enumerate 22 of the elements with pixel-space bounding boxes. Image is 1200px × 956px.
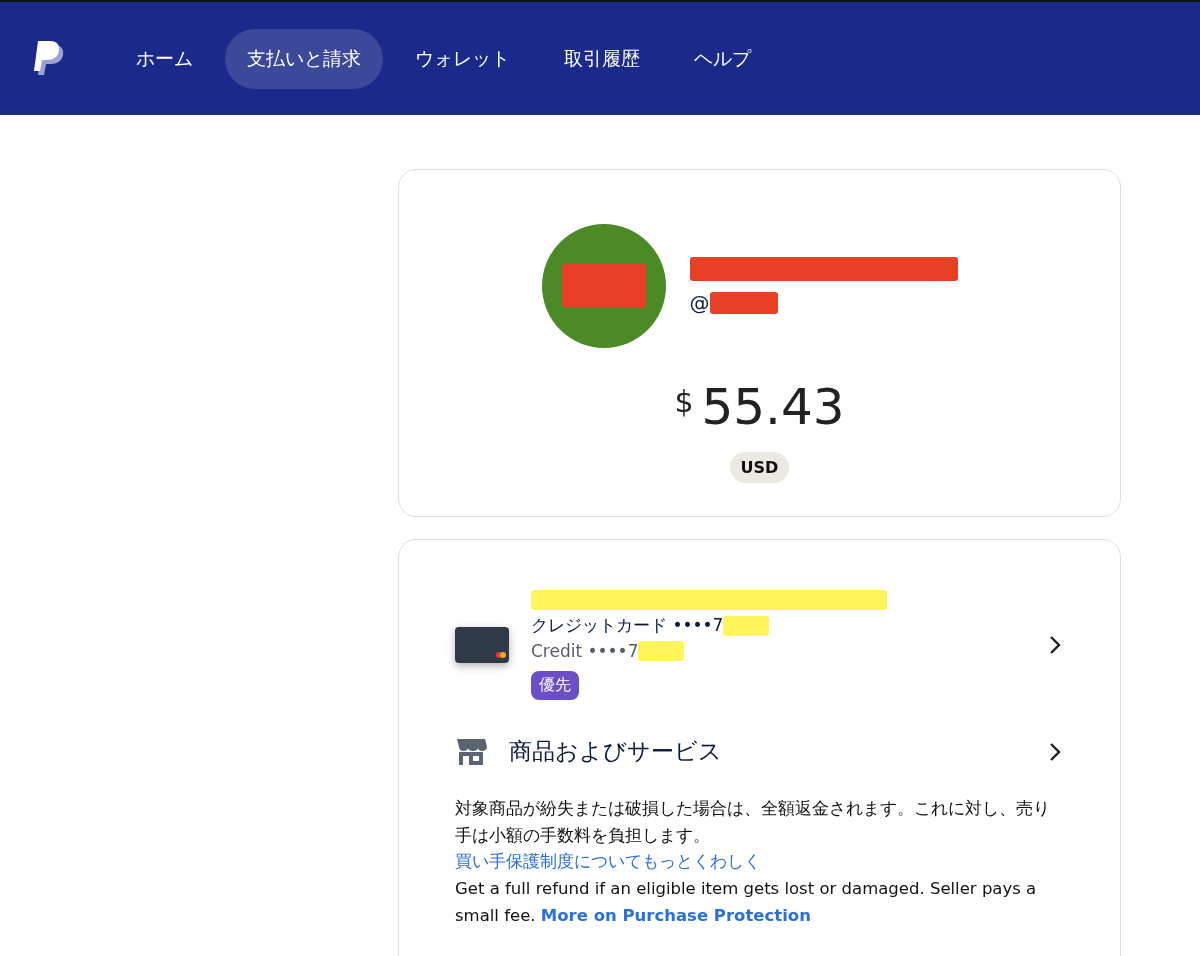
protection-link[interactable]: 買い手保護制度についてもっとくわしく <box>455 849 761 875</box>
balance-amount: 55.43 <box>701 378 845 436</box>
preferred-badge: 優先 <box>531 671 579 700</box>
currency-symbol: $ <box>674 384 694 419</box>
card-label: クレジットカード ••••7 <box>531 614 724 637</box>
nav-tab[interactable]: ヘルプ <box>672 28 773 89</box>
card-label: Credit ••••7 <box>531 641 639 661</box>
nav-tab[interactable]: ホーム <box>114 28 215 89</box>
user-handle: @ <box>689 291 710 315</box>
credit-card-icon[interactable] <box>455 627 509 663</box>
protection-description: Get a full refund if an eligible item gets lost or damaged. Seller pays a small fee. More on Purchase Protection <box>455 878 1038 927</box>
redaction-mark <box>709 292 778 314</box>
protection-title: 商品およびサービス <box>509 737 723 766</box>
nav-tab[interactable]: ウォレット <box>393 28 532 89</box>
protection-description: 対象商品が紛失または破損した場合は、全額返金されます。これに対し、売り手は小額の手数料を負担します。 <box>455 798 1051 847</box>
redaction-mark <box>638 641 685 661</box>
store-icon <box>455 736 487 767</box>
currency-badge: USD <box>729 452 790 483</box>
protection-link[interactable]: More on Purchase Protection <box>540 906 811 925</box>
redaction-mark <box>723 615 770 636</box>
nav-tab[interactable]: 取引履歴 <box>542 28 662 89</box>
nav-tab[interactable]: 支払いと請求 <box>225 28 383 89</box>
